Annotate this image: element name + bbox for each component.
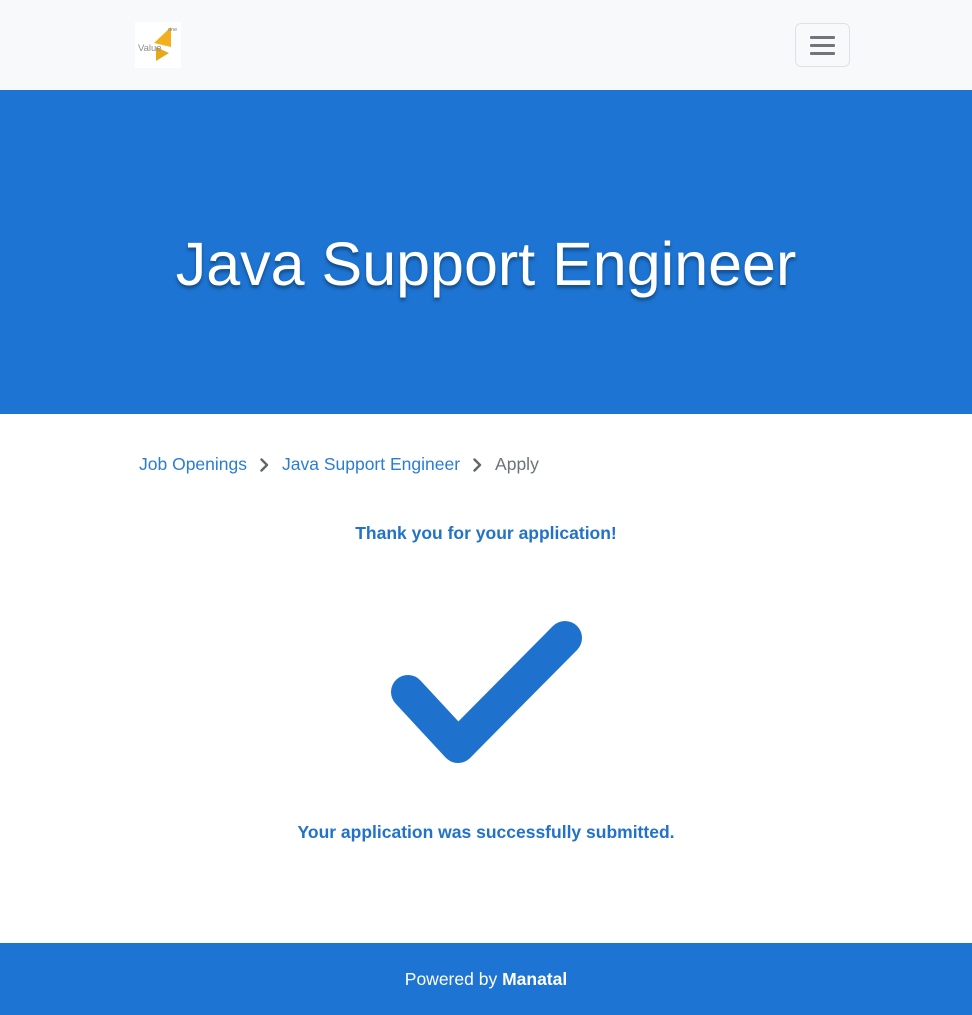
powered-by-text: Powered by [404,968,503,989]
page-title: Java Support Engineer [175,230,797,298]
chevron-right-icon [260,457,269,472]
hero-banner: Java Support Engineer [0,90,972,414]
success-message: Your application was successfully submit… [297,822,675,842]
logo-text: Value [138,43,162,54]
manatal-brand-link[interactable]: Manatal [502,969,567,989]
logo: Value one [135,22,181,68]
breadcrumb-current-apply: Apply [495,454,539,474]
breadcrumb-link-job-openings[interactable]: Job Openings [139,454,247,475]
chevron-right-icon [473,457,482,472]
success-check-container [126,616,846,766]
main-content: Job Openings Java Support Engineer Apply… [0,414,972,943]
menu-toggle-button[interactable] [795,23,850,67]
navbar: Value one [0,0,972,90]
breadcrumb: Job Openings Java Support Engineer Apply [126,414,846,475]
thank-you-heading: Thank you for your application! [355,523,617,543]
breadcrumb-link-job-title[interactable]: Java Support Engineer [282,454,460,475]
logo-superscript: one [168,27,177,33]
footer: Powered by Manatal [0,943,972,1015]
hamburger-icon [810,35,835,39]
logo-link[interactable]: Value one [135,22,181,68]
logo-triangles-icon: Value one [138,27,177,61]
check-icon [391,621,582,763]
